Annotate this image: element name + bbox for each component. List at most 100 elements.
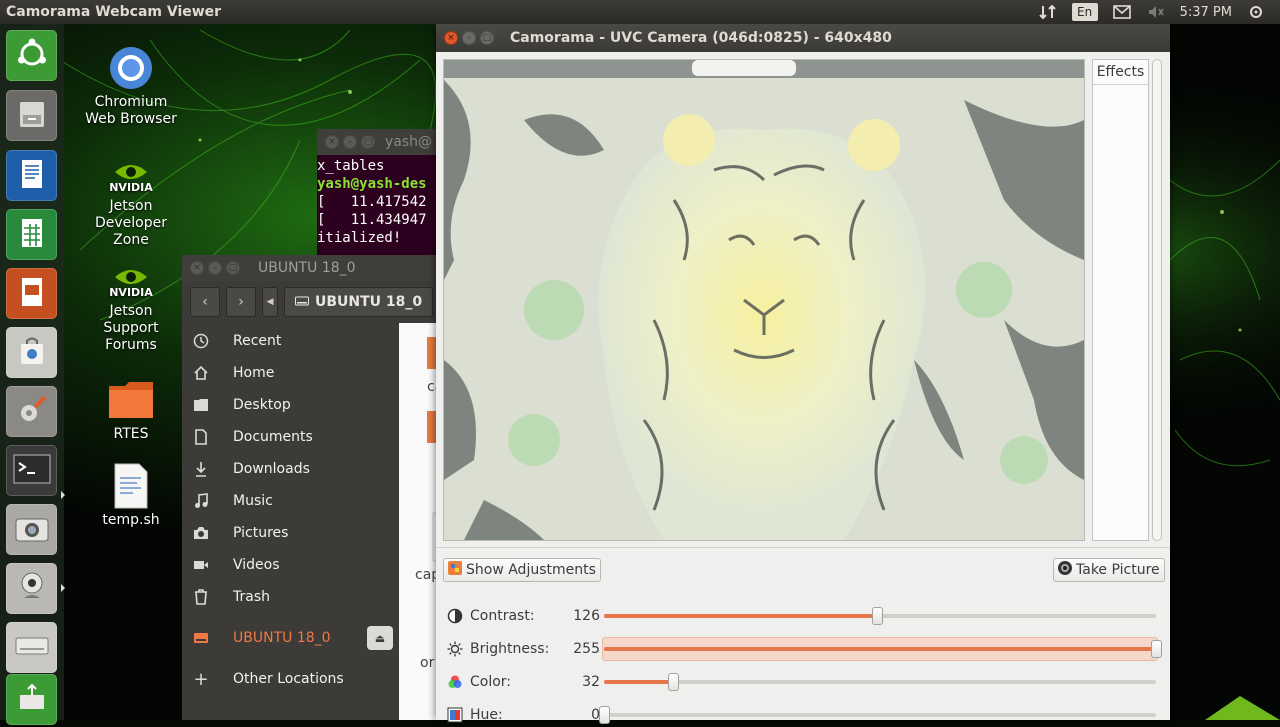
effects-list[interactable]: Effects [1092, 59, 1149, 541]
launcher-writer-button[interactable] [6, 150, 57, 201]
color-slider[interactable] [604, 673, 1156, 691]
launcher-software-button[interactable] [6, 327, 57, 378]
take-picture-label: Take Picture [1076, 562, 1160, 578]
hue-slider[interactable] [599, 706, 1156, 724]
slider-handle[interactable] [668, 673, 679, 691]
path-bar-button[interactable]: UBUNTU 18_0 [284, 287, 434, 317]
sidebar-item-downloads[interactable]: Downloads [182, 453, 399, 485]
sidebar-item-music[interactable]: Music [182, 485, 399, 517]
take-picture-button[interactable]: Take Picture [1053, 558, 1165, 582]
indicator-area: En 5:37 PM [1038, 3, 1266, 21]
camorama-titlebar[interactable]: × – □ Camorama - UVC Camera (046d:0825) … [436, 24, 1170, 52]
desktop-icon-temp-sh[interactable]: temp.sh [85, 462, 177, 529]
mail-icon[interactable] [1112, 3, 1132, 21]
ubuntu-logo-icon [15, 37, 49, 75]
sidebar-item-recent[interactable]: Recent [182, 325, 399, 357]
chevron-left-icon: ‹ [202, 294, 208, 310]
forward-button[interactable]: › [226, 287, 256, 317]
color-label: Color: [470, 674, 512, 690]
window-controls: × – □ [444, 31, 494, 45]
contrast-value: 126 [573, 608, 600, 624]
files-titlebar[interactable]: × – □ UBUNTU 18_0 [182, 255, 442, 281]
camera-icon [14, 513, 50, 547]
camorama-window-title: Camorama - UVC Camera (046d:0825) - 640x… [510, 30, 892, 46]
hue-label: Hue: [470, 707, 503, 723]
drive-icon [295, 294, 309, 310]
sidebar-item-documents[interactable]: Documents [182, 421, 399, 453]
minimize-icon[interactable]: – [208, 261, 222, 275]
show-adjustments-button[interactable]: Show Adjustments [443, 558, 601, 582]
sidebar-item-label: UBUNTU 18_0 [233, 630, 331, 646]
launcher-calc-button[interactable] [6, 209, 57, 260]
close-icon[interactable]: × [444, 31, 458, 45]
sidebar-item-videos[interactable]: Videos [182, 549, 399, 581]
minimize-icon[interactable]: – [343, 135, 357, 149]
close-icon[interactable]: × [325, 135, 339, 149]
desktop-icon-chromium[interactable]: Chromium Web Browser [85, 44, 177, 128]
launcher-camera-button[interactable] [6, 504, 57, 555]
sidebar-item-label: Desktop [233, 397, 291, 413]
close-icon[interactable]: × [190, 261, 204, 275]
maximize-icon[interactable]: □ [361, 135, 375, 149]
file-manager-window[interactable]: × – □ UBUNTU 18_0 ‹ › ◀ UBUNTU 18_0 Rece… [182, 255, 442, 720]
sidebar-item-trash[interactable]: Trash [182, 581, 399, 613]
download-arrow-icon [191, 461, 211, 477]
eject-button[interactable]: ⏏ [367, 626, 393, 650]
chevron-right-icon: › [238, 294, 244, 310]
sidebar-item-ubuntu-drive[interactable]: UBUNTU 18_0 ⏏ [182, 622, 399, 654]
file-name-fragment: or [420, 655, 435, 671]
adjustments-palette-icon [447, 560, 463, 580]
running-indicator [61, 491, 65, 499]
document-icon [191, 429, 211, 445]
path-bar-label: UBUNTU 18_0 [315, 294, 423, 310]
power-gear-icon[interactable] [1246, 3, 1266, 21]
slider-handle[interactable] [599, 706, 610, 724]
launcher-settings-button[interactable] [6, 386, 57, 437]
path-scroll-left-button[interactable]: ◀ [262, 287, 278, 317]
sidebar-item-other-locations[interactable]: + Other Locations [182, 663, 399, 695]
launcher-terminal-button[interactable] [6, 445, 57, 496]
minimize-icon[interactable]: – [462, 31, 476, 45]
brightness-slider[interactable] [604, 640, 1162, 658]
window-controls: × – □ [325, 135, 375, 149]
desktop-icon-rtes[interactable]: RTES [85, 376, 177, 443]
effects-column-header[interactable]: Effects [1093, 60, 1148, 85]
launcher-dash-button[interactable] [6, 30, 57, 81]
webcam-preview [443, 59, 1085, 541]
clock[interactable]: 5:37 PM [1180, 5, 1232, 20]
sidebar-item-desktop[interactable]: Desktop [182, 389, 399, 421]
launcher-files-button[interactable] [6, 90, 57, 141]
network-updown-icon[interactable] [1038, 3, 1058, 21]
volume-muted-icon[interactable] [1146, 3, 1166, 21]
vertical-scrollbar[interactable] [1152, 59, 1162, 541]
slider-handle[interactable] [1151, 640, 1162, 658]
file-cabinet-icon [15, 97, 49, 135]
script-file-icon [107, 462, 155, 510]
nvidia-brand-label: NVIDIA [109, 286, 153, 299]
back-button[interactable]: ‹ [190, 287, 220, 317]
sidebar-item-home[interactable]: Home [182, 357, 399, 389]
maximize-icon[interactable]: □ [480, 31, 494, 45]
contrast-slider[interactable] [604, 607, 1156, 625]
keyboard-layout-indicator[interactable]: En [1071, 3, 1098, 21]
sidebar-item-label: Home [233, 365, 275, 381]
desktop-icon-jetson-developer-zone[interactable]: NVIDIA Jetson Developer Zone [85, 160, 177, 249]
launcher-drive-button[interactable] [6, 622, 57, 673]
sidebar-item-pictures[interactable]: Pictures [182, 517, 399, 549]
maximize-icon[interactable]: □ [226, 261, 240, 275]
slider-handle[interactable] [871, 607, 883, 625]
contrast-label: Contrast: [470, 608, 535, 624]
camera-shutter-icon [1057, 560, 1073, 580]
desktop-icon-label: Chromium Web Browser [85, 94, 177, 127]
slider-fill [604, 614, 877, 618]
sidebar-item-label: Documents [233, 429, 313, 445]
launcher-impress-button[interactable] [6, 268, 57, 319]
color-value: 32 [582, 674, 600, 690]
running-indicator [61, 584, 65, 592]
brightness-row: Brightness: 255 [446, 637, 1162, 661]
launcher-usb-button[interactable] [6, 674, 57, 725]
folder-icon [191, 398, 211, 412]
launcher-webcam-button[interactable] [6, 563, 57, 614]
camorama-window[interactable]: × – □ Camorama - UVC Camera (046d:0825) … [436, 24, 1170, 724]
desktop-icon-jetson-support-forums[interactable]: NVIDIA Jetson Support Forums [85, 265, 177, 354]
